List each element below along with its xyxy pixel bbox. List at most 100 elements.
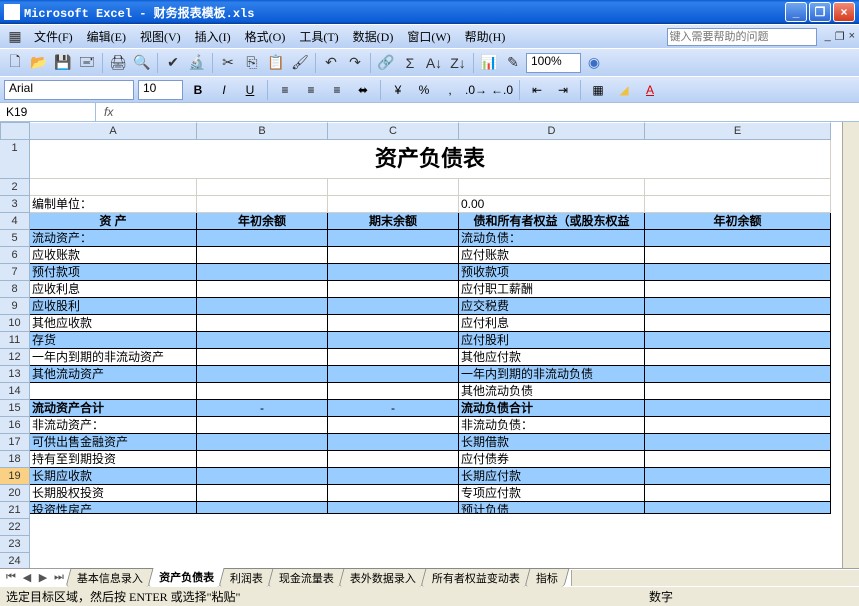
row-header[interactable]: 4 — [0, 213, 30, 230]
menu-insert[interactable]: 插入(I) — [189, 26, 237, 47]
row-header[interactable]: 10 — [0, 315, 30, 332]
drawing-button[interactable]: ✎ — [502, 52, 524, 74]
undo-button[interactable]: ↶ — [320, 52, 342, 74]
cell[interactable] — [328, 315, 459, 332]
cell[interactable]: 应收账款 — [30, 247, 197, 264]
cell[interactable]: 预计负债 — [459, 502, 645, 514]
close-button[interactable]: × — [833, 2, 855, 22]
cell[interactable]: 应收利息 — [30, 281, 197, 298]
cell[interactable] — [645, 196, 831, 213]
sheet-tab[interactable]: 指标 — [524, 568, 569, 587]
cell[interactable] — [197, 332, 328, 349]
row-header[interactable]: 7 — [0, 264, 30, 281]
cell[interactable] — [645, 417, 831, 434]
cell[interactable] — [197, 264, 328, 281]
mdi-close-button[interactable]: × — [849, 30, 855, 43]
cell[interactable]: 非流动资产： — [30, 417, 197, 434]
cell[interactable] — [328, 196, 459, 213]
cell[interactable] — [645, 383, 831, 400]
cell[interactable]: 其他应收款 — [30, 315, 197, 332]
menu-window[interactable]: 窗口(W) — [401, 26, 456, 47]
sheet-tab[interactable]: 所有者权益变动表 — [420, 568, 531, 587]
tab-first-button[interactable]: ⏮ — [4, 571, 18, 584]
redo-button[interactable]: ↷ — [344, 52, 366, 74]
cell[interactable] — [328, 451, 459, 468]
vertical-scrollbar[interactable] — [842, 122, 859, 568]
cell[interactable] — [197, 230, 328, 247]
menu-help[interactable]: 帮助(H) — [459, 26, 512, 47]
format-painter-button[interactable]: 🖌 — [289, 52, 311, 74]
cell[interactable]: 一年内到期的非流动资产 — [30, 349, 197, 366]
sort-asc-button[interactable]: A↓ — [423, 52, 445, 74]
cell[interactable] — [328, 298, 459, 315]
cell[interactable]: 投资性房产 — [30, 502, 197, 514]
column-header-B[interactable]: B — [197, 122, 328, 140]
research-button[interactable]: 🔬 — [186, 52, 208, 74]
row-header[interactable]: 9 — [0, 298, 30, 315]
cell[interactable] — [645, 502, 831, 514]
sheet-tab[interactable]: 利润表 — [218, 568, 274, 587]
cell[interactable]: 应收股利 — [30, 298, 197, 315]
cell[interactable]: - — [197, 400, 328, 417]
align-left-button[interactable]: ≡ — [274, 80, 296, 100]
cell[interactable] — [328, 366, 459, 383]
cell[interactable]: 存货 — [30, 332, 197, 349]
decrease-indent-button[interactable]: ⇤ — [526, 80, 548, 100]
align-center-button[interactable]: ≡ — [300, 80, 322, 100]
row-header[interactable]: 15 — [0, 400, 30, 417]
cell[interactable]: 长期股权投资 — [30, 485, 197, 502]
column-header-C[interactable]: C — [328, 122, 459, 140]
cell[interactable]: 其他流动负债 — [459, 383, 645, 400]
cell[interactable]: 长期应付款 — [459, 468, 645, 485]
cell[interactable] — [645, 485, 831, 502]
preview-button[interactable]: 🔍 — [131, 52, 153, 74]
menu-format[interactable]: 格式(O) — [239, 26, 292, 47]
cell[interactable]: 应交税费 — [459, 298, 645, 315]
cell[interactable] — [328, 502, 459, 514]
merge-button[interactable]: ⬌ — [352, 80, 374, 100]
open-button[interactable]: 📂 — [28, 52, 50, 74]
cell[interactable]: 0.00 — [459, 196, 645, 213]
cell[interactable] — [197, 349, 328, 366]
increase-decimal-button[interactable]: .0→ — [465, 80, 487, 100]
hyperlink-button[interactable]: 🔗 — [375, 52, 397, 74]
cell[interactable] — [328, 468, 459, 485]
cell[interactable]: 流动负债合计 — [459, 400, 645, 417]
cell[interactable]: 年初余额 — [197, 213, 328, 230]
cell[interactable]: 债和所有者权益（或股东权益 — [459, 213, 645, 230]
cell[interactable] — [197, 247, 328, 264]
cell[interactable] — [645, 468, 831, 485]
increase-indent-button[interactable]: ⇥ — [552, 80, 574, 100]
cell[interactable] — [459, 179, 645, 196]
maximize-button[interactable]: ❐ — [809, 2, 831, 22]
row-header[interactable]: 23 — [0, 536, 30, 553]
column-header-A[interactable]: A — [30, 122, 197, 140]
minimize-button[interactable]: _ — [785, 2, 807, 22]
cell[interactable]: 非流动负债： — [459, 417, 645, 434]
comma-button[interactable]: , — [439, 80, 461, 100]
align-right-button[interactable]: ≡ — [326, 80, 348, 100]
cell[interactable] — [328, 332, 459, 349]
row-header[interactable]: 13 — [0, 366, 30, 383]
cell[interactable] — [328, 179, 459, 196]
sheet-tab[interactable]: 表外数据录入 — [338, 568, 427, 587]
cell[interactable]: 流动资产合计 — [30, 400, 197, 417]
cell[interactable]: 应付利息 — [459, 315, 645, 332]
cell[interactable] — [197, 383, 328, 400]
cell[interactable] — [645, 451, 831, 468]
italic-button[interactable]: I — [213, 80, 235, 100]
cell[interactable] — [645, 366, 831, 383]
cell[interactable] — [645, 230, 831, 247]
cell[interactable] — [30, 383, 197, 400]
cell[interactable]: 可供出售金融资产 — [30, 434, 197, 451]
row-header[interactable]: 17 — [0, 434, 30, 451]
zoom-select[interactable]: 100% — [526, 53, 581, 73]
cell[interactable]: 流动资产： — [30, 230, 197, 247]
row-header[interactable]: 12 — [0, 349, 30, 366]
menu-data[interactable]: 数据(D) — [347, 26, 400, 47]
cell[interactable] — [645, 349, 831, 366]
cell[interactable]: 专项应付款 — [459, 485, 645, 502]
cell[interactable] — [197, 502, 328, 514]
column-header-D[interactable]: D — [459, 122, 645, 140]
cell[interactable] — [197, 366, 328, 383]
